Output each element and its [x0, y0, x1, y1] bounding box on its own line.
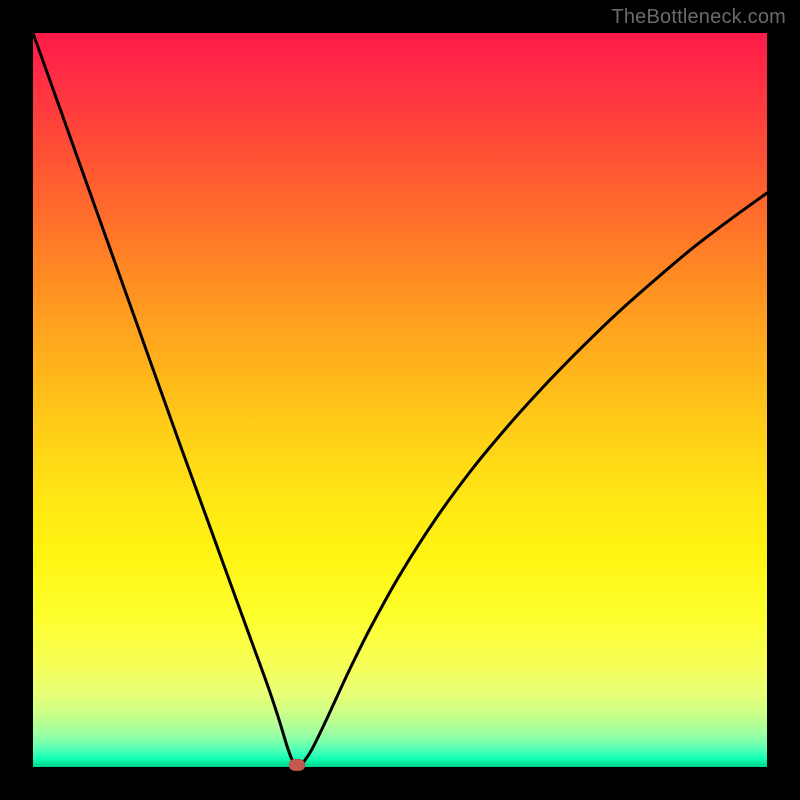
chart-frame: TheBottleneck.com: [0, 0, 800, 800]
bottleneck-curve: [33, 33, 767, 767]
attribution-text: TheBottleneck.com: [611, 6, 786, 29]
minimum-marker: [289, 759, 305, 771]
plot-area: [33, 33, 767, 767]
